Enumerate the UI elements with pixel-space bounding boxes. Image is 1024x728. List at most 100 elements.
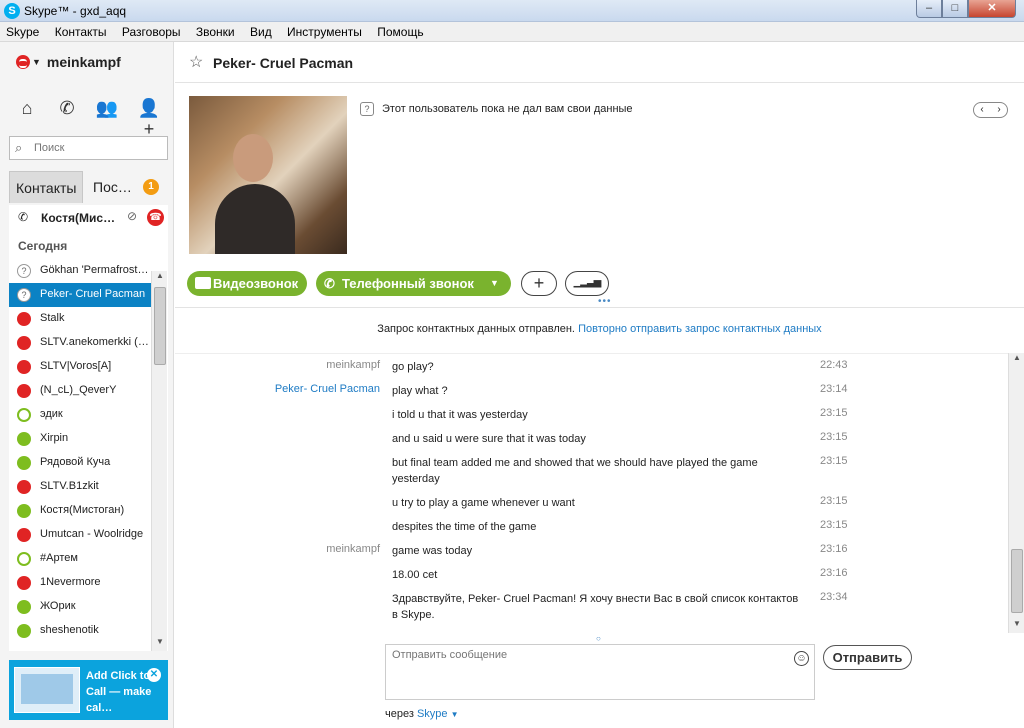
messages-scrollbar[interactable]: ▲ ▼: [1008, 353, 1024, 633]
chevron-right-icon[interactable]: ›: [991, 103, 1007, 117]
busy-status-icon: [17, 528, 31, 542]
contact-item[interactable]: (N_cL)_QeverY: [9, 379, 151, 403]
emoticon-icon[interactable]: ☺: [794, 651, 809, 666]
add-contact-icon[interactable]: 👤+: [136, 98, 162, 139]
scroll-up-icon[interactable]: ▲: [1009, 353, 1024, 367]
message-text: but final team added me and showed that …: [392, 457, 758, 485]
message-time: 22:43: [820, 359, 848, 371]
contact-name: Костя(Мистоган): [40, 504, 125, 516]
contact-item[interactable]: ? Peker- Cruel Pacman: [9, 283, 151, 307]
active-call-row[interactable]: ✆ Костя(Мис… ⊘ ☎: [9, 205, 168, 231]
search-input[interactable]: [34, 140, 164, 156]
contact-name: Рядовой Куча: [40, 456, 111, 468]
message-time: 23:15: [820, 431, 848, 443]
add-button[interactable]: +: [521, 271, 557, 296]
profile-status[interactable]: ▼ meinkampf: [16, 54, 121, 74]
menu-view[interactable]: Вид: [244, 22, 278, 39]
message-sender[interactable]: Peker- Cruel Pacman: [275, 383, 380, 395]
message-time: 23:14: [820, 383, 848, 395]
message-text: Здравствуйте, Peker- Cruel Pacman! Я хоч…: [392, 593, 799, 621]
maximize-button[interactable]: □: [942, 0, 968, 18]
chevron-down-icon[interactable]: ▼: [451, 710, 459, 719]
menu-skype[interactable]: Skype: [0, 22, 45, 39]
minimize-button[interactable]: –: [916, 0, 942, 18]
scroll-down-icon[interactable]: ▼: [1009, 619, 1024, 633]
message-text: i told u that it was yesterday: [392, 409, 528, 421]
chevron-left-icon[interactable]: ‹: [974, 103, 990, 117]
menu-calls[interactable]: Звонки: [190, 22, 241, 39]
online-status-icon: [17, 600, 31, 614]
contact-item[interactable]: SLTV.B1zkit: [9, 475, 151, 499]
contact-name: Gökhan 'Permafrost…: [40, 264, 149, 276]
chevron-down-icon[interactable]: ▼: [490, 271, 499, 296]
tab-contacts[interactable]: Контакты: [9, 171, 83, 203]
message-time: 23:15: [820, 519, 848, 531]
profile-pager[interactable]: ‹ ›: [973, 102, 1008, 118]
mute-mic-icon[interactable]: ⊘: [127, 209, 137, 223]
resend-request-link[interactable]: Повторно отправить запрос контактных дан…: [578, 323, 822, 335]
click-to-call-ad[interactable]: Add Click to Call — make cal… ✕: [9, 660, 168, 720]
message-text: game was today: [392, 545, 473, 557]
contacts-scrollbar[interactable]: ▲ ▼: [151, 271, 167, 651]
video-call-label: Видеозвонок: [213, 276, 299, 291]
contact-item[interactable]: SLTV.anekomerkki (…: [9, 331, 151, 355]
contact-item[interactable]: 1Nevermore: [9, 571, 151, 595]
online-status-icon: [17, 456, 31, 470]
scroll-thumb[interactable]: [154, 287, 166, 365]
pending-status-icon: ?: [17, 288, 31, 302]
conversation-header: ☆ Peker- Cruel Pacman: [175, 42, 1024, 83]
contact-item[interactable]: эдик: [9, 403, 151, 427]
menu-contacts[interactable]: Контакты: [49, 22, 113, 39]
contact-item[interactable]: Umutcan - Woolridge: [9, 523, 151, 547]
scroll-down-icon[interactable]: ▼: [152, 637, 168, 651]
group-icon[interactable]: 👥: [94, 98, 120, 120]
send-via-link[interactable]: Skype: [417, 708, 448, 720]
message-sender: meinkampf: [326, 359, 380, 371]
contact-name: Peker- Cruel Pacman: [213, 55, 354, 71]
search-box[interactable]: ⌕: [9, 136, 168, 160]
contact-item[interactable]: ЖОрик: [9, 595, 151, 619]
menu-conversations[interactable]: Разговоры: [116, 22, 187, 39]
ad-image: [14, 667, 80, 713]
pending-status-icon: ?: [17, 264, 31, 278]
close-icon[interactable]: ✕: [147, 668, 161, 682]
menu-tools[interactable]: Инструменты: [281, 22, 368, 39]
busy-status-icon[interactable]: [16, 55, 30, 69]
nav-icons: ⌂ ✆ 👥 👤+: [10, 98, 166, 139]
contact-item[interactable]: Костя(Мистоган): [9, 499, 151, 523]
contact-item[interactable]: SLTV|Voros[A]: [9, 355, 151, 379]
scroll-thumb[interactable]: [1011, 549, 1023, 613]
phone-icon[interactable]: ✆: [54, 98, 80, 120]
hang-up-button[interactable]: ☎: [147, 209, 164, 226]
contact-item[interactable]: Stalk: [9, 307, 151, 331]
send-via-prefix: через: [385, 708, 414, 720]
contact-item[interactable]: ? Gökhan 'Permafrost…: [9, 259, 151, 283]
contact-items: ? Gökhan 'Permafrost…? Peker- Cruel Pacman…: [9, 259, 151, 643]
message-composer[interactable]: ☺: [385, 644, 815, 700]
menu-help[interactable]: Помощь: [371, 22, 429, 39]
more-dots-icon[interactable]: •••: [598, 296, 612, 307]
contact-item[interactable]: Рядовой Куча: [9, 451, 151, 475]
star-icon[interactable]: ☆: [189, 52, 203, 72]
contact-item[interactable]: #Артем: [9, 547, 151, 571]
scroll-up-icon[interactable]: ▲: [152, 271, 168, 285]
phone-call-label: Телефонный звонок: [342, 276, 474, 291]
message-input[interactable]: [392, 649, 782, 695]
home-icon[interactable]: ⌂: [14, 98, 40, 120]
video-call-button[interactable]: Видеозвонок: [187, 271, 307, 296]
menu-bar: Skype Контакты Разговоры Звонки Вид Инст…: [0, 22, 1024, 42]
contact-photo: [189, 96, 347, 254]
contact-name: (N_cL)_QeverY: [40, 384, 117, 396]
close-button[interactable]: ✕: [968, 0, 1016, 18]
profile-info: ? Этот пользователь пока не дал вам свои …: [360, 102, 633, 116]
phone-call-button[interactable]: ✆ Телефонный звонок ▼: [316, 271, 511, 296]
message-time: 23:34: [820, 591, 848, 603]
contact-item[interactable]: sheshenotik: [9, 619, 151, 643]
contact-item[interactable]: Xirpin: [9, 427, 151, 451]
tab-recent[interactable]: Пос…: [87, 171, 141, 203]
contact-name: Peker- Cruel Pacman: [40, 288, 146, 300]
call-quality-button[interactable]: ▁▂▃▅: [565, 271, 609, 296]
message-text: and u said u were sure that it was today: [392, 433, 586, 445]
chevron-down-icon[interactable]: ▼: [32, 57, 41, 67]
send-button[interactable]: Отправить: [823, 645, 912, 670]
